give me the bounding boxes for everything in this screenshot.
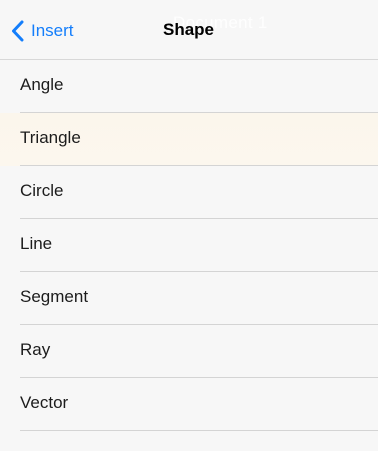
list-item-label: Ray — [20, 340, 51, 359]
list-item-label: Vector — [20, 393, 69, 412]
list-item-label: Triangle — [20, 128, 81, 147]
list-item-label: Angle — [20, 75, 64, 94]
list-item-segment[interactable]: Segment — [0, 272, 378, 325]
row-divider — [20, 430, 378, 431]
list-item-line[interactable]: Line — [0, 219, 378, 272]
list-item-ray[interactable]: Ray — [0, 325, 378, 378]
back-button[interactable]: Insert — [11, 17, 74, 45]
list-item-label: Circle — [20, 181, 64, 200]
list-item-label: Line — [20, 234, 53, 253]
page-title: Shape — [163, 20, 215, 39]
list-item-triangle[interactable]: Triangle — [0, 113, 378, 166]
list-item-circle[interactable]: Circle — [0, 166, 378, 219]
list-item-vector[interactable]: Vector — [0, 378, 378, 431]
shape-list: Angle Triangle Circle Line Segment Ray V… — [0, 60, 378, 431]
list-item-label: Segment — [20, 287, 89, 306]
shape-picker-panel: Document 1 Insert Shape Angle Triangle C… — [0, 0, 378, 451]
chevron-left-icon — [12, 20, 24, 42]
back-button-label: Insert — [31, 21, 74, 40]
list-item-angle[interactable]: Angle — [0, 60, 378, 113]
navigation-bar: Document 1 Insert Shape — [0, 0, 378, 60]
